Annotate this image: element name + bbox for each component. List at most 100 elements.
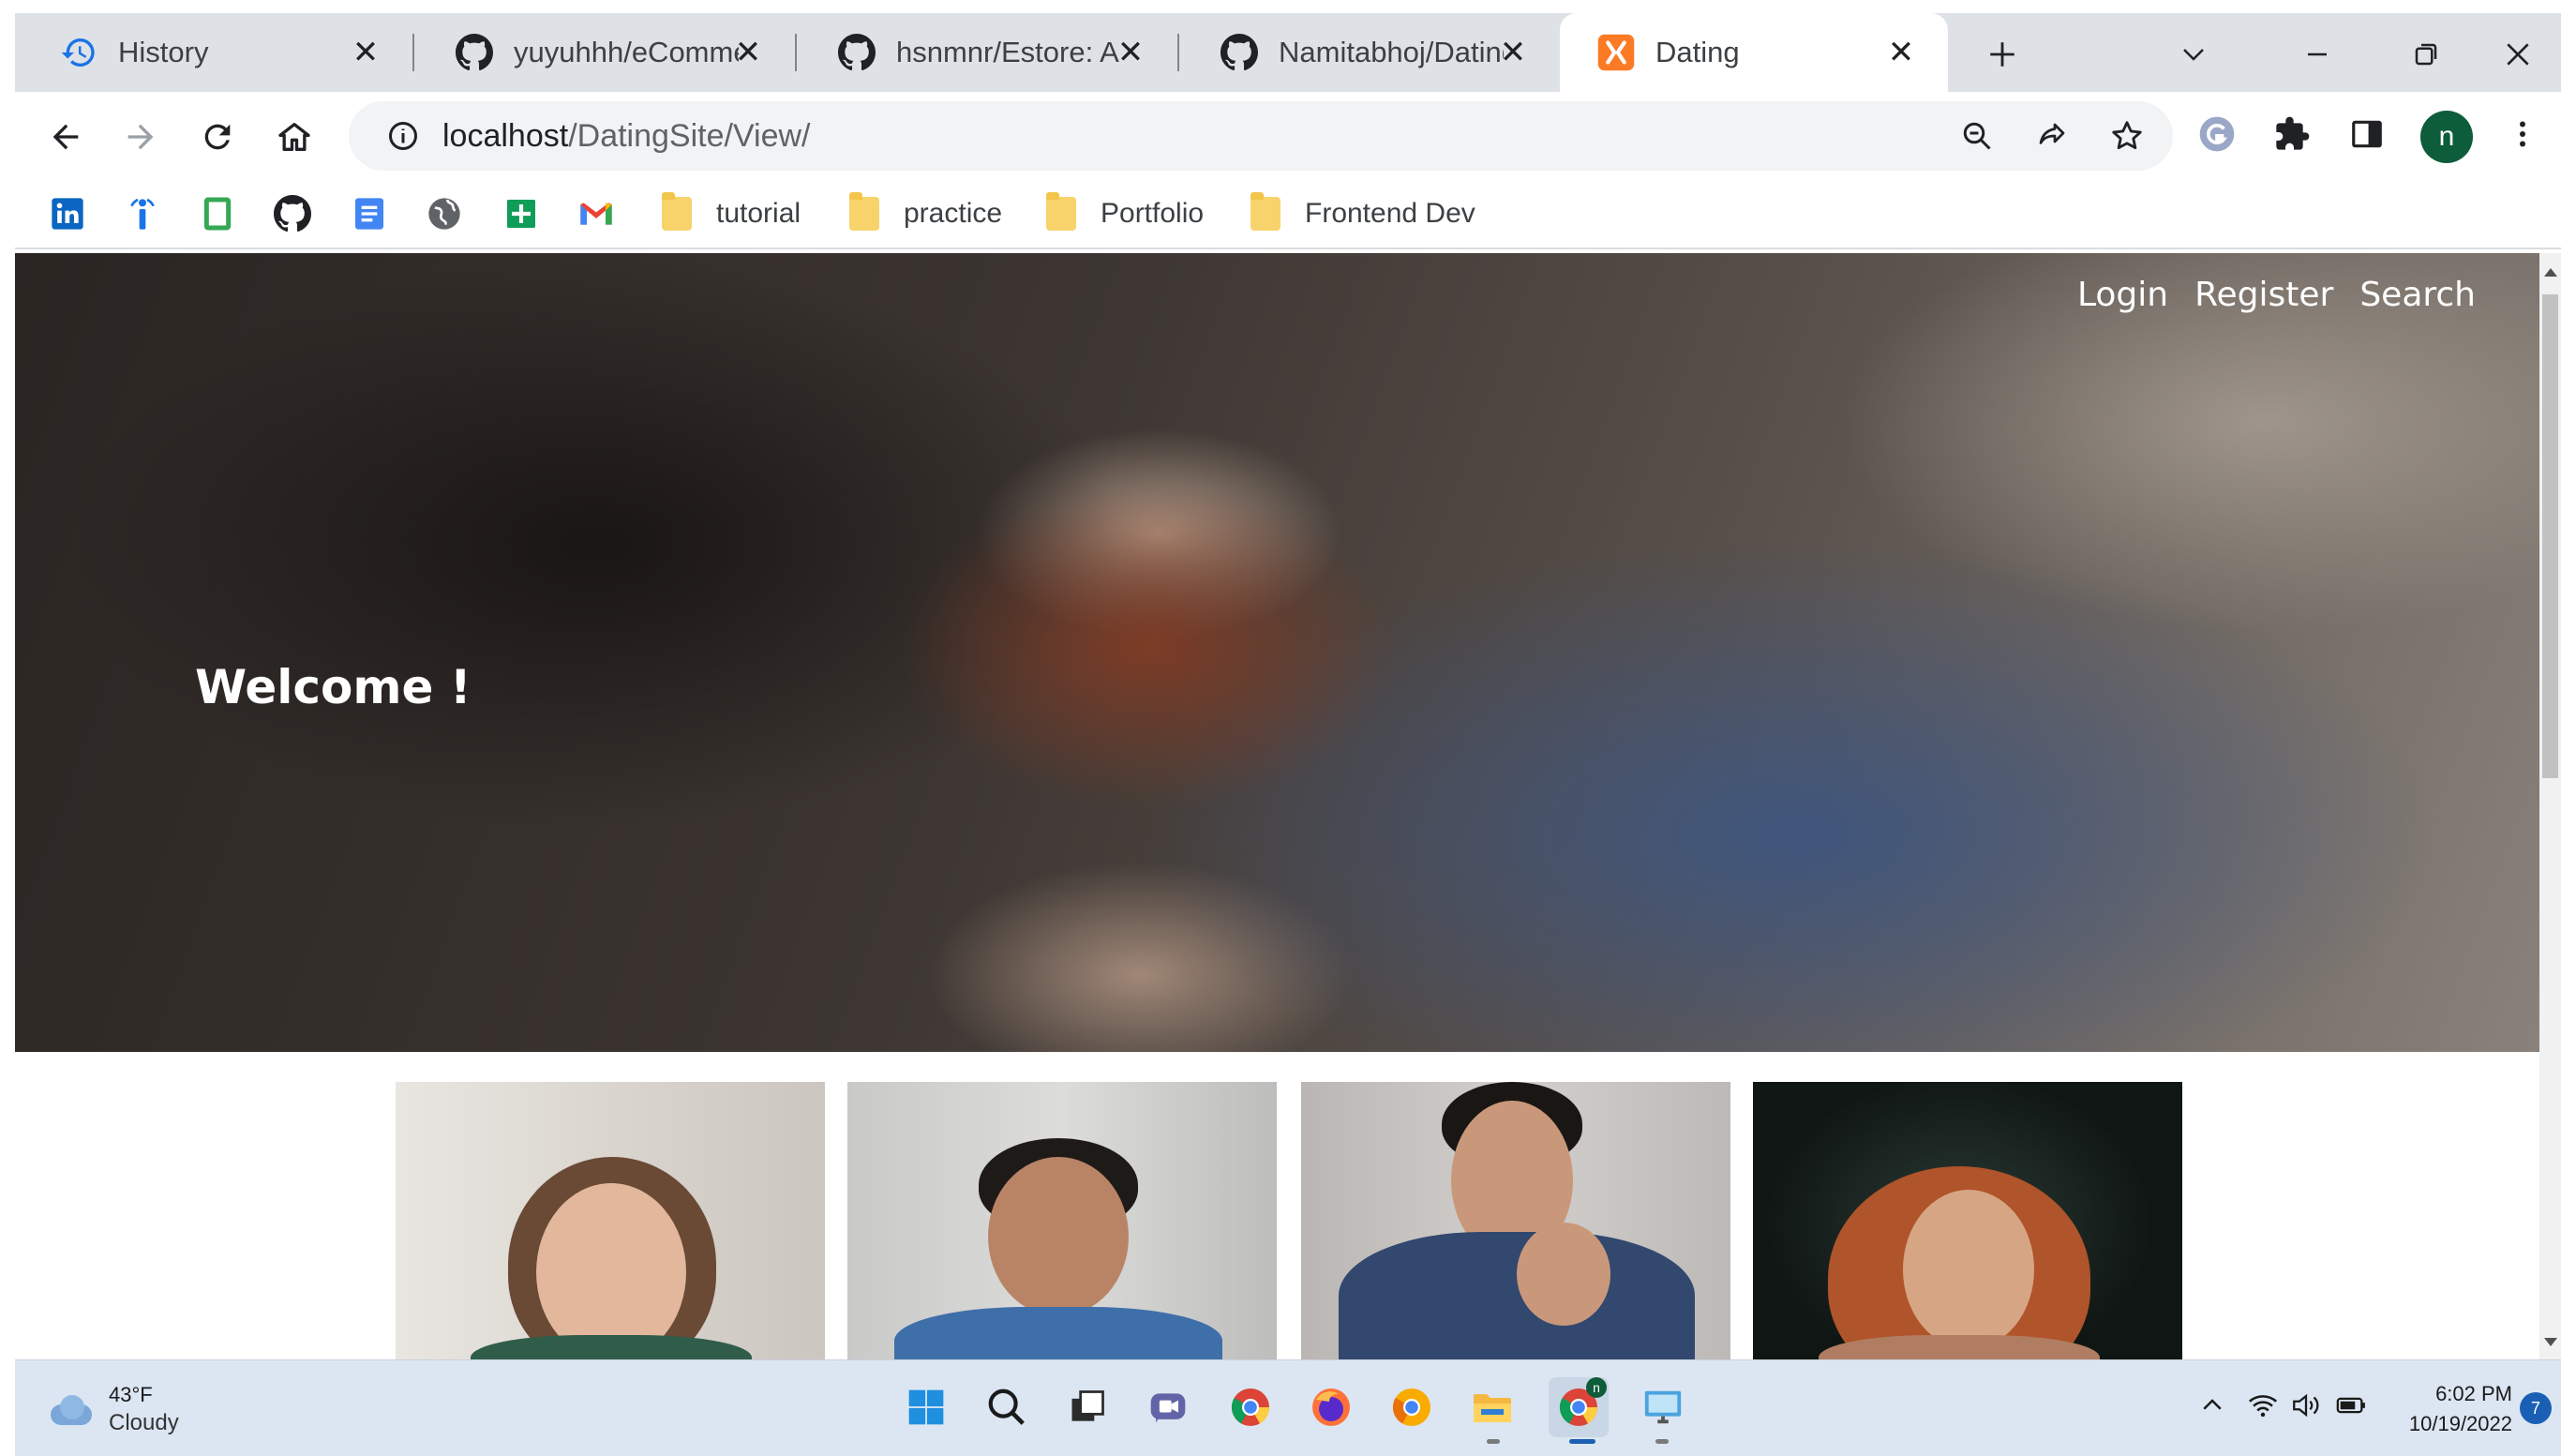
hero-banner-image: Login Register Search Welcome ! xyxy=(15,253,2539,1052)
chrome-icon[interactable] xyxy=(1224,1381,1277,1433)
chrome-canary-icon[interactable] xyxy=(1385,1381,1438,1433)
system-clock[interactable]: 6:02 PM 10/19/2022 xyxy=(2381,1379,2512,1439)
chevron-up-icon[interactable] xyxy=(2192,1385,2233,1426)
profile-avatar[interactable]: n xyxy=(2420,111,2473,163)
page-viewport: Login Register Search Welcome ! xyxy=(15,253,2539,1359)
active-indicator xyxy=(1569,1439,1595,1444)
menu-kebab-icon[interactable] xyxy=(2499,111,2546,158)
scroll-up-arrow-icon[interactable] xyxy=(2544,268,2557,277)
remote-desktop-icon[interactable] xyxy=(1637,1381,1689,1433)
scrollbar-thumb[interactable] xyxy=(2542,294,2558,778)
bookmarks-bar: tutorial practice Portfolio Frontend Dev xyxy=(15,180,2561,249)
site-nav: Login Register Search xyxy=(2077,276,2476,314)
new-tab-button[interactable] xyxy=(1978,30,2027,79)
side-panel-icon[interactable] xyxy=(2344,111,2390,158)
clock-date: 10/19/2022 xyxy=(2408,1412,2512,1435)
teams-chat-icon[interactable] xyxy=(1142,1381,1194,1433)
green-doc-icon[interactable] xyxy=(197,193,238,234)
bookmark-folder-label: tutorial xyxy=(716,198,801,229)
tab-title: hsnmnr/Estore: A xyxy=(896,36,1119,68)
close-icon[interactable]: ✕ xyxy=(1492,32,1534,73)
close-icon[interactable]: ✕ xyxy=(727,32,769,73)
profile-card-image[interactable] xyxy=(1301,1082,1730,1359)
tab-strip: History ✕ yuyuhhh/eCommerce ✕ hsnmnr/Est… xyxy=(15,13,2561,92)
profile-cards xyxy=(396,1082,2195,1359)
weather-widget[interactable]: 43°F Cloudy xyxy=(47,1381,179,1437)
close-window-button[interactable] xyxy=(2490,26,2546,83)
browser-toolbar: localhost/DatingSite/View/ n xyxy=(15,92,2561,180)
task-view-icon[interactable] xyxy=(1061,1381,1114,1433)
windows-start-icon[interactable] xyxy=(900,1381,952,1433)
nav-register-link[interactable]: Register xyxy=(2194,276,2333,314)
bookmark-folder-frontend-dev[interactable]: Frontend Dev xyxy=(1251,191,1475,236)
github-icon xyxy=(1219,32,1260,73)
folder-icon xyxy=(849,192,879,231)
grammarly-icon[interactable] xyxy=(2194,111,2240,158)
extensions-puzzle-icon[interactable] xyxy=(2269,111,2315,158)
bookmark-folder-label: Frontend Dev xyxy=(1305,198,1475,229)
tab-github-dating[interactable]: Namitabhoj/Dating ✕ xyxy=(1179,13,1560,92)
globe-icon[interactable] xyxy=(424,193,465,234)
zoom-icon[interactable] xyxy=(1957,116,1997,156)
battery-icon[interactable] xyxy=(2330,1385,2372,1426)
tab-title: Dating xyxy=(1655,36,1740,68)
share-icon[interactable] xyxy=(2032,116,2072,156)
weather-condition: Cloudy xyxy=(109,1410,179,1435)
close-icon[interactable]: ✕ xyxy=(1110,32,1151,73)
nav-login-link[interactable]: Login xyxy=(2077,276,2168,314)
address-bar[interactable]: localhost/DatingSite/View/ xyxy=(349,101,2173,171)
wifi-icon[interactable] xyxy=(2242,1385,2284,1426)
firefox-icon[interactable] xyxy=(1305,1381,1357,1433)
notification-badge[interactable]: 7 xyxy=(2520,1392,2552,1424)
history-icon xyxy=(58,32,99,73)
running-indicator xyxy=(1487,1439,1500,1444)
home-button[interactable] xyxy=(270,113,319,161)
url-text[interactable]: localhost/DatingSite/View/ xyxy=(442,118,811,155)
site-info-icon[interactable] xyxy=(384,117,422,155)
folder-icon xyxy=(1251,192,1281,231)
page-scrollbar[interactable] xyxy=(2539,253,2561,1359)
profile-card-image[interactable] xyxy=(396,1082,825,1359)
scroll-down-arrow-icon[interactable] xyxy=(2544,1338,2557,1346)
google-docs-icon[interactable] xyxy=(349,193,390,234)
back-button[interactable] xyxy=(41,113,90,161)
tab-github-ecommerce[interactable]: yuyuhhh/eCommerce ✕ xyxy=(414,13,795,92)
gmail-icon[interactable] xyxy=(576,193,617,234)
close-icon[interactable]: ✕ xyxy=(345,32,386,73)
folder-icon xyxy=(662,192,692,231)
profile-card-image[interactable] xyxy=(847,1082,1277,1359)
running-indicator xyxy=(1655,1439,1669,1444)
close-icon[interactable]: ✕ xyxy=(1880,32,1922,73)
nav-search-link[interactable]: Search xyxy=(2359,276,2476,314)
chrome-profile-icon[interactable]: n xyxy=(1549,1377,1609,1437)
url-path: /DatingSite/View/ xyxy=(568,117,811,154)
bookmark-folder-label: Portfolio xyxy=(1101,198,1205,229)
url-host: localhost xyxy=(442,117,569,154)
search-icon[interactable] xyxy=(981,1381,1033,1433)
bookmark-folder-tutorial[interactable]: tutorial xyxy=(662,191,801,236)
reload-button[interactable] xyxy=(193,113,242,161)
bookmark-star-icon[interactable] xyxy=(2107,116,2147,156)
github-icon[interactable] xyxy=(272,193,313,234)
profile-card-image[interactable] xyxy=(1753,1082,2182,1359)
linkedin-icon[interactable] xyxy=(47,193,88,234)
restore-button[interactable] xyxy=(2398,26,2454,83)
google-sheets-icon[interactable] xyxy=(501,193,542,234)
tab-dating[interactable]: Dating ✕ xyxy=(1560,13,1948,92)
forward-button[interactable] xyxy=(116,113,165,161)
tab-history[interactable]: History ✕ xyxy=(15,13,412,92)
minimize-button[interactable] xyxy=(2289,26,2345,83)
info-icon[interactable] xyxy=(122,193,163,234)
folder-icon xyxy=(1046,192,1076,231)
welcome-heading: Welcome ! xyxy=(195,660,472,714)
cloud-icon xyxy=(47,1393,94,1425)
bookmark-folder-portfolio[interactable]: Portfolio xyxy=(1046,191,1204,236)
bookmark-folder-practice[interactable]: practice xyxy=(849,191,1002,236)
tab-github-estore[interactable]: hsnmnr/Estore: A ✕ xyxy=(797,13,1177,92)
windows-taskbar: 43°F Cloudy n 6:02 PM 10/19/2022 7 xyxy=(15,1359,2561,1456)
weather-temperature: 43°F xyxy=(109,1383,153,1406)
tab-search-chevron-icon[interactable] xyxy=(2165,26,2222,83)
xampp-icon xyxy=(1595,32,1637,73)
volume-icon[interactable] xyxy=(2285,1385,2327,1426)
file-explorer-icon[interactable] xyxy=(1466,1381,1519,1433)
